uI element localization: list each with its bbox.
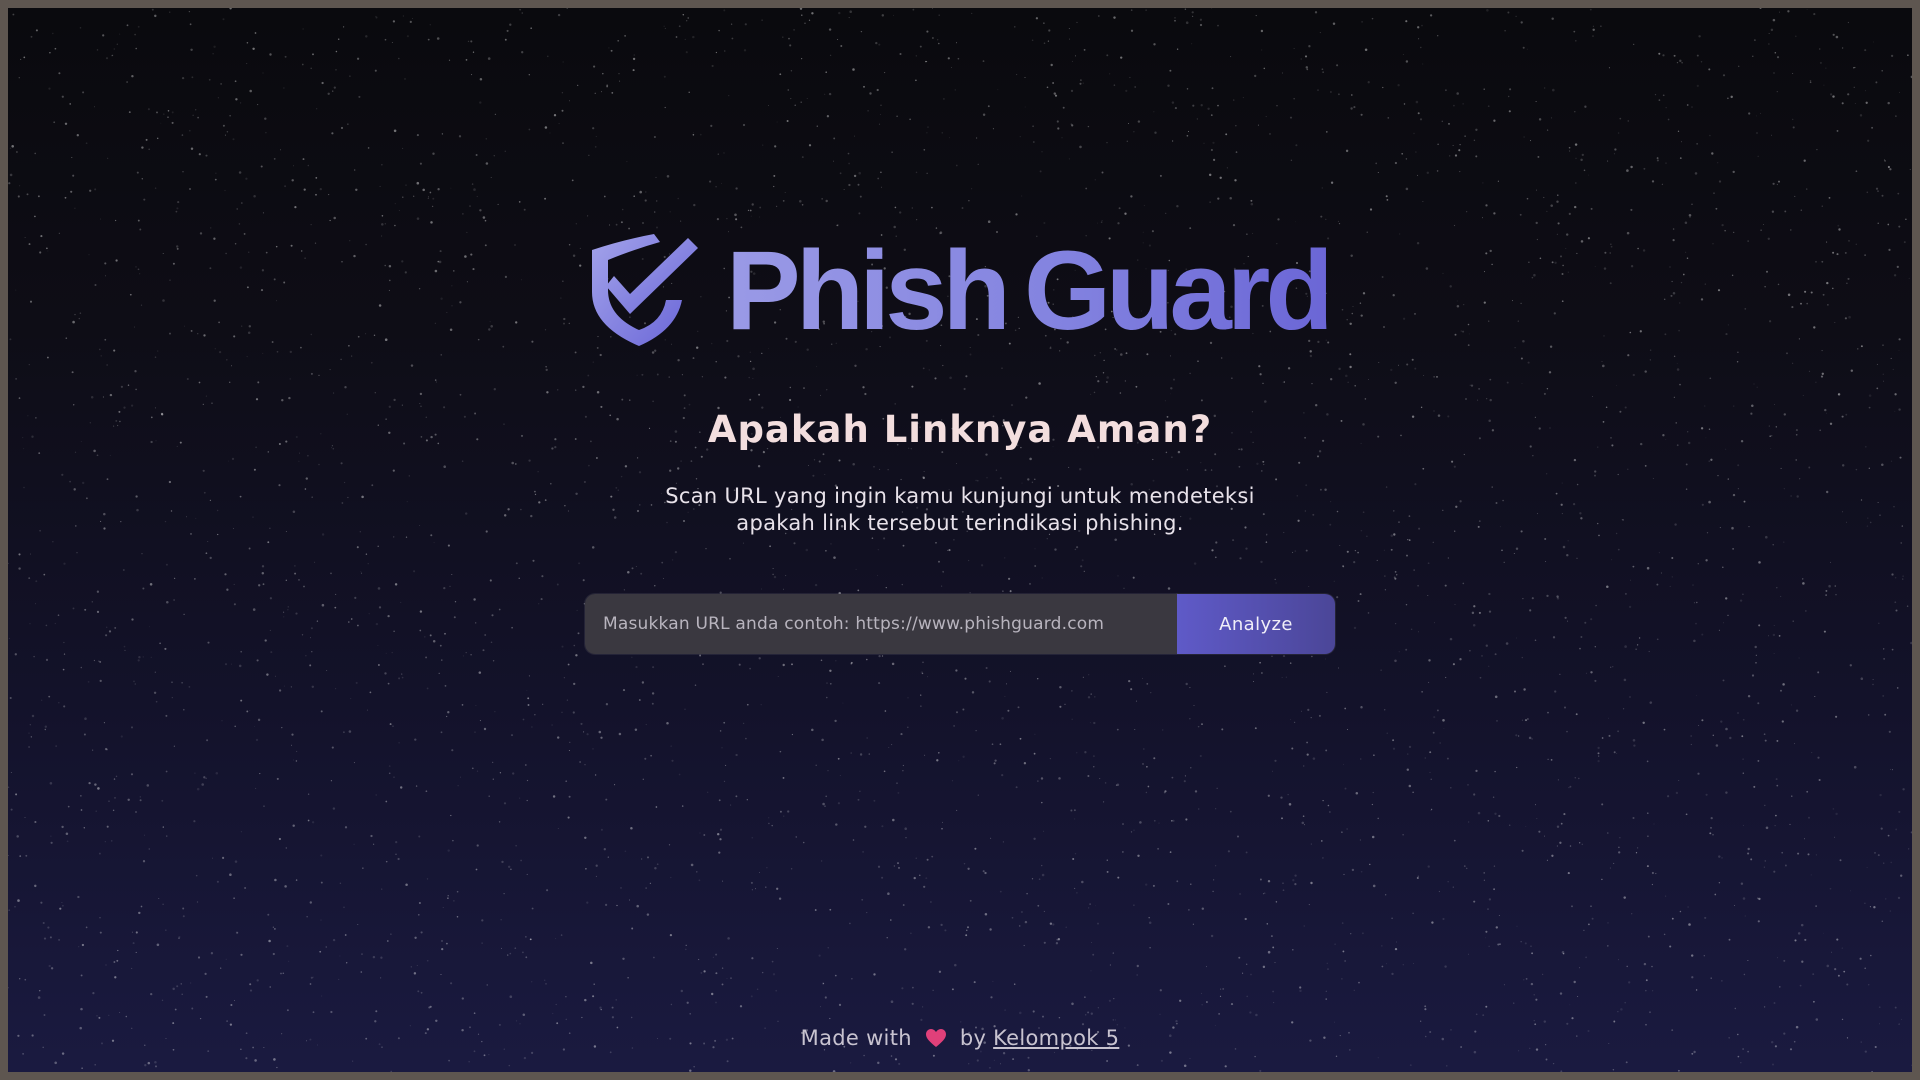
subtitle-line-1: Scan URL yang ingin kamu kunjungi untuk …: [665, 484, 1255, 508]
footer-by: by: [959, 1026, 987, 1050]
page-headline: Apakah Linknya Aman?: [707, 408, 1213, 451]
team-link[interactable]: Kelompok 5: [993, 1026, 1119, 1050]
brand-name-part1: Phish: [726, 228, 1006, 353]
shield-check-icon: [592, 234, 698, 346]
url-input[interactable]: [585, 594, 1177, 654]
brand-logo: Phish Guard: [584, 226, 1344, 356]
main-content: Phish Guard Apakah Linknya Aman? Scan URL…: [8, 8, 1912, 1072]
page-subtitle: Scan URL yang ingin kamu kunjungi untuk …: [660, 483, 1260, 537]
analyze-button[interactable]: Analyze: [1177, 594, 1335, 654]
footer-credit: Made with by Kelompok 5: [8, 1026, 1912, 1050]
url-scan-form: Analyze: [585, 594, 1335, 654]
brand-name-part2: Guard: [1023, 228, 1329, 353]
heart-icon: [925, 1029, 946, 1047]
page-frame: Phish Guard Apakah Linknya Aman? Scan URL…: [8, 8, 1912, 1072]
subtitle-line-2: apakah link tersebut terindikasi phishin…: [736, 511, 1184, 535]
brand-wordmark: Phish Guard: [726, 235, 1329, 347]
footer-made-with: Made with: [800, 1026, 912, 1050]
